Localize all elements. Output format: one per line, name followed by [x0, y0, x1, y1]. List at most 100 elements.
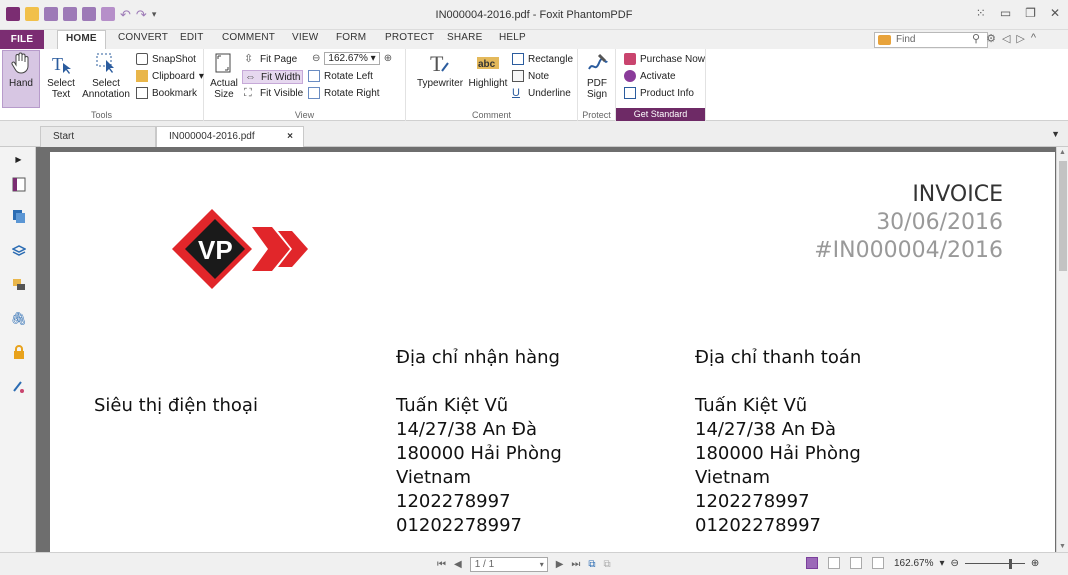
tab-form[interactable]: FORM	[336, 32, 366, 43]
facing-view-icon[interactable]	[850, 557, 862, 569]
cart-icon	[624, 53, 636, 65]
actual-size-button[interactable]: Actual Size	[208, 51, 240, 100]
hand-button[interactable]: Hand	[2, 50, 40, 108]
expand-panel-icon[interactable]: ▶	[11, 152, 26, 167]
status-zoom-dropdown-icon[interactable]: ▾	[939, 558, 944, 569]
highlight-button[interactable]: abc Highlight	[468, 51, 508, 89]
scrollbar-thumb[interactable]	[1059, 161, 1067, 271]
tab-file[interactable]: FILE	[0, 30, 44, 49]
close-icon[interactable]: ✕	[1050, 6, 1060, 20]
page-dropdown-icon[interactable]: ▾	[540, 558, 544, 571]
previous-icon[interactable]: ◁	[1002, 32, 1010, 45]
ribbon: Hand T Select Text Select Annotation Sna…	[0, 49, 1068, 121]
stack-icon[interactable]	[11, 243, 26, 258]
zoom-slider-knob[interactable]	[1009, 558, 1013, 569]
hand-icon	[11, 52, 29, 74]
rectangle-button[interactable]: Rectangle	[512, 53, 573, 65]
close-tab-icon[interactable]: ×	[287, 131, 293, 142]
signatures-icon[interactable]	[11, 379, 26, 394]
shipping-address: Địa chỉ nhận hàng Tuấn Kiệt Vũ 14/27/38 …	[396, 346, 562, 538]
zoom-out-icon[interactable]: ⊖	[312, 53, 320, 64]
tab-edit[interactable]: EDIT	[180, 32, 204, 43]
group-comment: T Typewriter abc Highlight Rectangle Not…	[406, 49, 578, 121]
security-lock-icon[interactable]	[11, 345, 26, 360]
zoom-select[interactable]: 162.67% ▾	[324, 52, 380, 65]
billing-heading: Địa chỉ thanh toán	[695, 347, 862, 368]
comments-panel-icon[interactable]	[11, 277, 26, 292]
bookmark-button[interactable]: Bookmark	[136, 87, 197, 99]
document-viewport[interactable]: VP INVOICE 30/06/2016 #IN000004/2016 Siê…	[45, 147, 1056, 552]
page-thumbnails-icon[interactable]	[11, 177, 26, 192]
rotate-right-icon	[308, 87, 320, 99]
ribbon-options-icon[interactable]: ⁙	[976, 6, 986, 20]
company-logo: VP	[160, 209, 310, 292]
group-tools: Hand T Select Text Select Annotation Sna…	[0, 49, 204, 121]
continuous-view-icon[interactable]	[828, 557, 840, 569]
next-icon[interactable]: ▷	[1016, 32, 1024, 45]
status-zoom-in-icon[interactable]: ⊕	[1031, 558, 1039, 569]
status-zoom-out-icon[interactable]: ⊖	[951, 558, 959, 569]
tab-convert[interactable]: CONVERT	[118, 32, 168, 43]
rotate-right-button[interactable]: Rotate Right	[308, 87, 380, 99]
tabs-dropdown-icon[interactable]: ▼	[1051, 129, 1060, 139]
fit-page-button[interactable]: ⇳ Fit Page	[244, 53, 297, 65]
next-page-icon[interactable]: ▶	[556, 559, 564, 570]
first-page-icon[interactable]: ⏮	[437, 559, 446, 570]
seller-name: Siêu thị điện thoại	[94, 395, 258, 416]
single-page-view-icon[interactable]	[806, 557, 818, 569]
select-text-button[interactable]: T Select Text	[43, 51, 79, 100]
fit-visible-button[interactable]: ⛶ Fit Visible	[244, 87, 303, 99]
status-zoom-value[interactable]: 162.67%	[894, 558, 933, 569]
attachments-icon[interactable]: 🖇	[10, 311, 27, 326]
find-input[interactable]: Find	[874, 32, 988, 48]
underline-button[interactable]: U Underline	[512, 87, 571, 99]
typewriter-button[interactable]: T Typewriter	[412, 51, 468, 89]
page-number-input[interactable]: 1 / 1 ▾	[469, 557, 548, 572]
pdf-sign-button[interactable]: PDF Sign	[580, 51, 614, 100]
product-info-button[interactable]: Product Info	[624, 87, 694, 99]
note-button[interactable]: Note	[512, 70, 549, 82]
panel-splitter[interactable]	[36, 147, 45, 552]
continuous-facing-view-icon[interactable]	[872, 557, 884, 569]
next-view-icon[interactable]: ⧉	[604, 559, 611, 570]
snapshot-button[interactable]: SnapShot	[136, 53, 196, 65]
zoom-slider[interactable]	[964, 558, 1025, 569]
vertical-scrollbar[interactable]: ▲ ▼	[1056, 147, 1068, 552]
select-annotation-button[interactable]: Select Annotation	[80, 51, 132, 100]
window-controls: ⁙ ▭ ❐ ✕	[976, 6, 1060, 20]
page-layout-controls	[806, 557, 884, 569]
previous-page-icon[interactable]: ◀	[454, 559, 462, 570]
layers-icon[interactable]	[11, 209, 26, 224]
minimize-icon[interactable]: ▭	[1000, 6, 1011, 20]
tab-protect[interactable]: PROTECT	[385, 32, 434, 43]
scroll-down-icon[interactable]: ▼	[1059, 543, 1066, 550]
highlight-icon: abc	[477, 57, 499, 70]
last-page-icon[interactable]: ⏭	[571, 559, 580, 570]
shipping-phone-1: 1202278997	[396, 491, 511, 512]
tab-view[interactable]: VIEW	[292, 32, 318, 43]
shipping-phone-2: 01202278997	[396, 515, 522, 536]
fit-visible-icon: ⛶	[244, 87, 252, 99]
settings-icon[interactable]: ⚙	[986, 32, 996, 45]
fit-page-icon: ⇳	[244, 53, 254, 65]
tab-comment[interactable]: COMMENT	[222, 32, 275, 43]
fit-width-button[interactable]: ⇔ Fit Width	[242, 70, 304, 84]
tab-home[interactable]: HOME	[57, 30, 106, 50]
clipboard-button[interactable]: Clipboard ▾	[136, 70, 204, 82]
collapse-ribbon-icon[interactable]: ^	[1031, 32, 1036, 45]
purchase-now-button[interactable]: Purchase Now	[624, 53, 705, 65]
zoom-control: ⊖ 162.67% ▾ ⊕	[312, 52, 392, 65]
zoom-in-icon[interactable]: ⊕	[384, 53, 392, 64]
ribbon-tabs: FILE HOME CONVERT EDIT COMMENT VIEW FORM…	[0, 30, 1068, 50]
tab-start[interactable]: Start	[40, 126, 156, 147]
search-icon[interactable]: ⚲	[972, 32, 980, 45]
previous-view-icon[interactable]: ⧉	[588, 559, 595, 570]
activate-button[interactable]: Activate	[624, 70, 676, 82]
restore-icon[interactable]: ❐	[1025, 6, 1036, 20]
find-type-icon[interactable]	[878, 35, 891, 45]
rotate-left-button[interactable]: Rotate Left	[308, 70, 373, 82]
tab-document[interactable]: IN000004-2016.pdf ×	[156, 126, 304, 147]
tab-share[interactable]: SHARE	[447, 32, 482, 43]
scroll-up-icon[interactable]: ▲	[1059, 149, 1066, 156]
tab-help[interactable]: HELP	[499, 32, 526, 43]
